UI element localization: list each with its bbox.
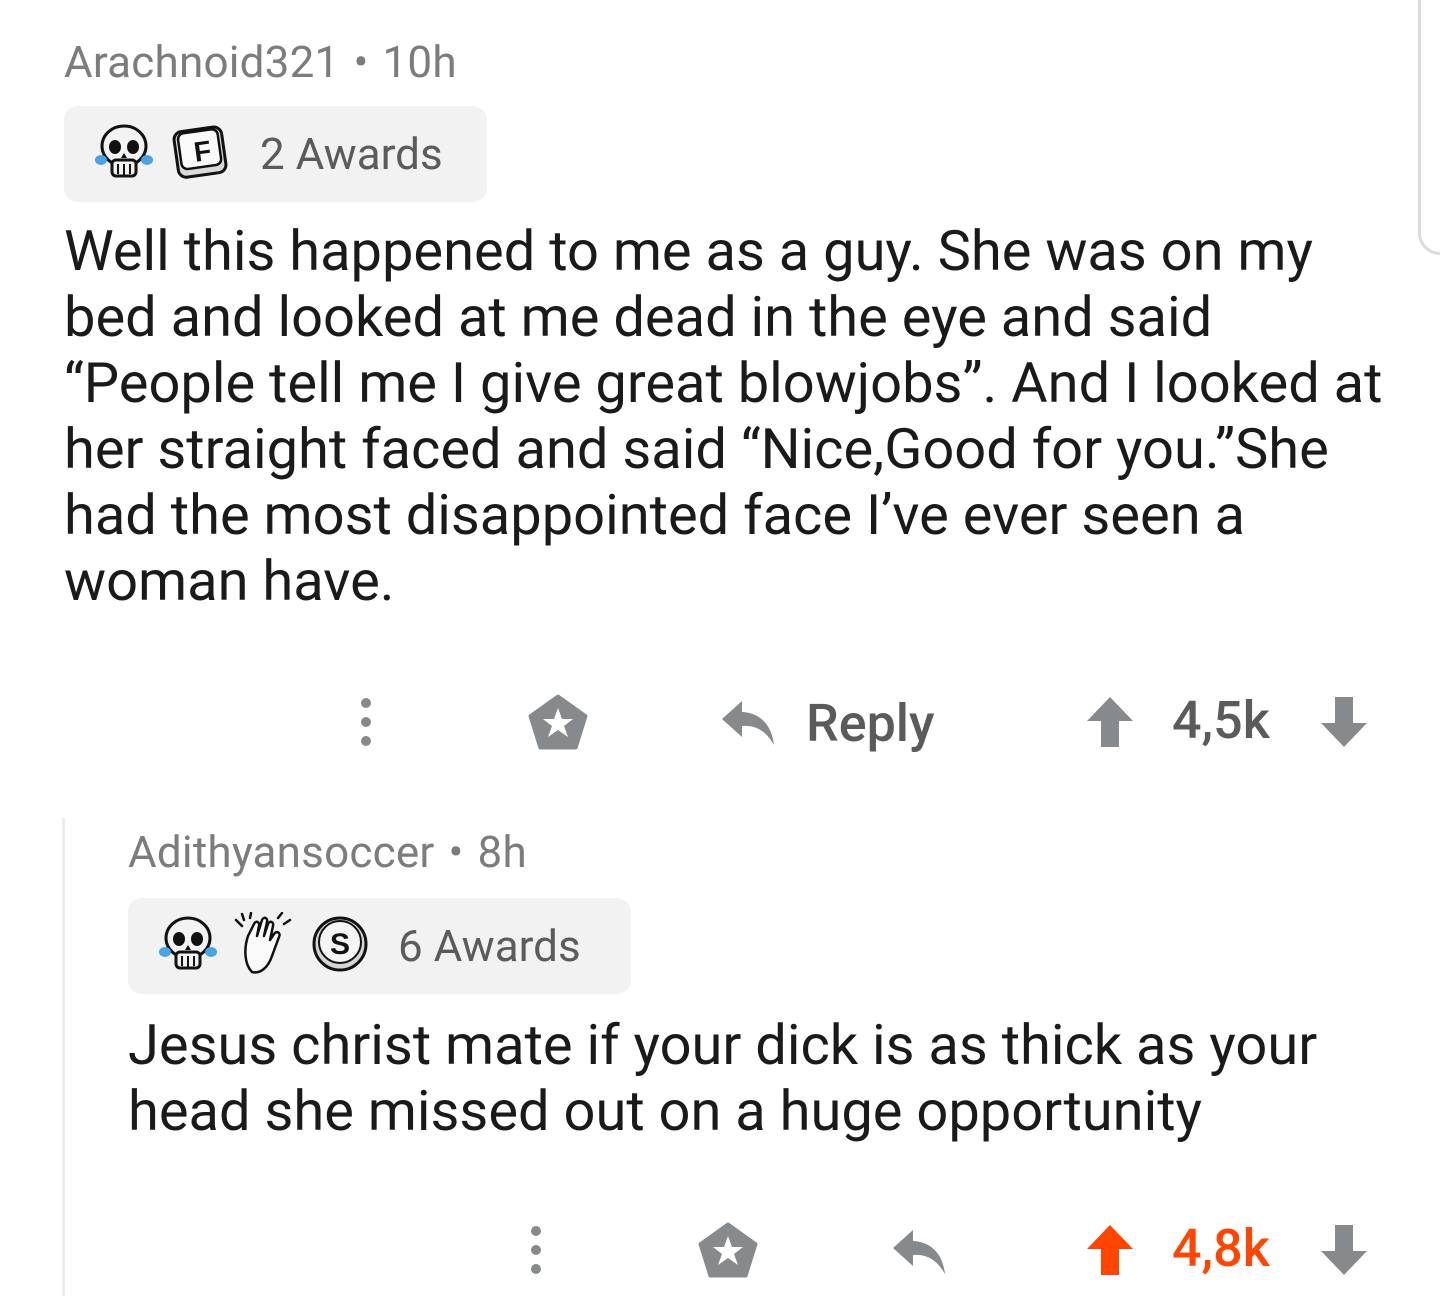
svg-text:S: S xyxy=(330,928,350,961)
vote-score: 4,5k xyxy=(1172,690,1270,751)
screen-edge xyxy=(1418,0,1440,255)
downvote-button[interactable] xyxy=(1316,692,1372,752)
reply-arrow-icon xyxy=(722,701,774,745)
press-f-icon: F xyxy=(170,121,232,187)
comment-meta: Arachnoid321 • 10h xyxy=(64,36,457,88)
reply-arrow-icon xyxy=(893,1230,945,1274)
author-name[interactable]: Adithyansoccer xyxy=(128,826,434,878)
silver-award-icon: S xyxy=(310,914,370,978)
meta-separator: • xyxy=(353,36,369,88)
award-star-icon xyxy=(698,1222,758,1278)
more-dots-icon xyxy=(361,698,371,746)
award-star-icon xyxy=(528,694,588,750)
vote-score: 4,8k xyxy=(1172,1218,1270,1279)
more-options-button[interactable] xyxy=(510,1218,562,1282)
comment-meta: Adithyansoccer • 8h xyxy=(128,826,527,878)
awards-count: 6 Awards xyxy=(398,920,581,972)
crying-skull-icon xyxy=(156,912,220,980)
awards-pill[interactable]: F 2 Awards xyxy=(64,106,487,202)
downvote-button[interactable] xyxy=(1316,1220,1372,1280)
upvote-button[interactable] xyxy=(1082,692,1138,752)
award-button[interactable] xyxy=(696,1220,760,1280)
reply-button[interactable] xyxy=(888,1222,952,1282)
awards-pill[interactable]: S 6 Awards xyxy=(128,898,631,994)
awards-count: 2 Awards xyxy=(260,128,443,180)
thread-line[interactable] xyxy=(62,818,65,1296)
upvote-arrow-icon xyxy=(1087,1225,1133,1275)
comment-time: 10h xyxy=(382,36,457,88)
more-options-button[interactable] xyxy=(340,690,392,754)
clapping-hands-icon xyxy=(234,911,296,980)
comment-body: Well this happened to me as a guy. She w… xyxy=(64,218,1383,614)
reply-label: Reply xyxy=(806,692,935,754)
meta-separator: • xyxy=(448,826,464,878)
upvote-button[interactable] xyxy=(1082,1220,1138,1280)
reply-button[interactable]: Reply xyxy=(720,690,960,756)
comment-body: Jesus christ mate if your dick is as thi… xyxy=(128,1012,1318,1144)
downvote-arrow-icon xyxy=(1321,697,1367,747)
crying-skull-icon xyxy=(92,120,156,188)
author-name[interactable]: Arachnoid321 xyxy=(64,36,339,88)
more-dots-icon xyxy=(531,1226,541,1274)
award-button[interactable] xyxy=(526,692,590,752)
comment-time: 8h xyxy=(477,826,527,878)
downvote-arrow-icon xyxy=(1321,1225,1367,1275)
upvote-arrow-icon xyxy=(1087,697,1133,747)
